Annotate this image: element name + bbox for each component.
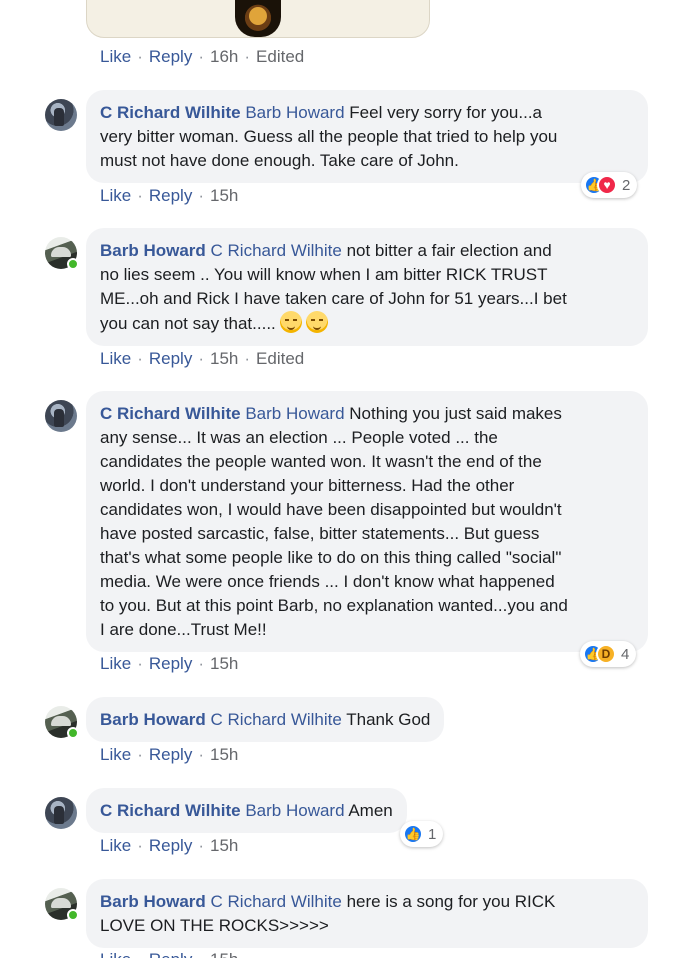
comment-author[interactable]: Barb Howard (100, 241, 206, 260)
like-link[interactable]: Like (100, 186, 131, 206)
comment-author[interactable]: Barb Howard (100, 710, 206, 729)
timestamp[interactable]: 16h (210, 47, 238, 67)
online-indicator (67, 727, 79, 739)
comment-actions: Like·Reply·15h (100, 654, 239, 674)
reply-link[interactable]: Reply (149, 47, 192, 67)
comment-text: world. I don't understand your bitternes… (100, 476, 515, 495)
reply-link[interactable]: Reply (149, 745, 192, 765)
online-indicator (67, 258, 79, 270)
reaction-count: 1 (428, 825, 437, 843)
comment-text: ME...oh and Rick I have taken care of Jo… (100, 289, 567, 308)
like-link[interactable]: Like (100, 745, 131, 765)
attached-image[interactable] (86, 0, 430, 38)
reply-link[interactable]: Reply (149, 654, 192, 674)
comment-bubble: C Richard Wilhite Barb Howard Nothing yo… (86, 391, 648, 652)
love-icon: ♥ (597, 175, 617, 195)
comment-text: candidates the people wanted won. It was… (100, 452, 542, 471)
reaction-count: 4 (621, 645, 630, 663)
comment-bubble: C Richard Wilhite Barb Howard Feel very … (86, 90, 648, 183)
timestamp[interactable]: 15h (210, 349, 238, 369)
comment-author[interactable]: C Richard Wilhite (100, 801, 241, 820)
comment-text: any sense... It was an election ... Peop… (100, 428, 498, 447)
comment-bubble: C Richard Wilhite Barb Howard Amen (86, 788, 407, 833)
comment-text: to you. But at this point Barb, no expla… (100, 596, 568, 615)
reply-link[interactable]: Reply (149, 349, 192, 369)
comment-text: very bitter woman. Guess all the people … (100, 127, 558, 146)
comment-author[interactable]: C Richard Wilhite (100, 103, 241, 122)
timestamp[interactable]: 15h (210, 950, 238, 958)
comment-text: Amen (348, 801, 393, 820)
comment-text: here is a song for you RICK (346, 892, 556, 911)
comment-bubble: Barb Howard C Richard Wilhite Thank God (86, 697, 445, 742)
reply-link[interactable]: Reply (149, 186, 192, 206)
comment-mention[interactable]: C Richard Wilhite (211, 241, 342, 260)
like-link[interactable]: Like (100, 47, 131, 67)
comment-actions: Like · Reply · 15h · Edited (100, 349, 305, 369)
comment-text: must not have done enough. Take care of … (100, 151, 459, 170)
comment-author[interactable]: C Richard Wilhite (100, 404, 241, 423)
comment-actions: Like · Reply · 16h · Edited (100, 47, 305, 67)
avatar[interactable] (45, 797, 77, 829)
comment-text: you can not say that..... (100, 314, 276, 333)
image-figure (235, 0, 281, 37)
avatar[interactable] (45, 400, 77, 432)
comment-text: that's what some people like to do on th… (100, 548, 562, 567)
like-link[interactable]: Like (100, 654, 131, 674)
like-link[interactable]: Like (100, 836, 131, 856)
timestamp[interactable]: 15h (210, 836, 238, 856)
comment-actions: Like·Reply·15h (100, 745, 239, 765)
relieved-face-icon (279, 311, 302, 333)
timestamp[interactable]: 15h (210, 186, 238, 206)
comment-text: not bitter a fair election and (346, 241, 552, 260)
reaction-count: 2 (622, 176, 631, 194)
edited-label[interactable]: Edited (256, 349, 304, 369)
reply-link[interactable]: Reply (149, 950, 192, 958)
reaction-summary[interactable]: 👍 D 4 (580, 641, 637, 667)
reaction-summary[interactable]: 👍 1 (400, 821, 444, 847)
comment-mention[interactable]: C Richard Wilhite (211, 892, 342, 911)
comment-text: Thank God (346, 710, 431, 729)
comment-bubble: Barb Howard C Richard Wilhite not bitter… (86, 228, 648, 346)
comment-text: LOVE ON THE ROCKS>>>>> (100, 916, 329, 935)
comment-mention[interactable]: Barb Howard (245, 404, 344, 423)
timestamp[interactable]: 15h (210, 654, 238, 674)
comment-mention[interactable]: Barb Howard (245, 103, 344, 122)
avatar[interactable] (45, 99, 77, 131)
comment-actions: Like·Reply·15h (100, 950, 238, 958)
reply-link[interactable]: Reply (149, 836, 192, 856)
online-indicator (67, 909, 79, 921)
comment-mention[interactable]: C Richard Wilhite (211, 710, 342, 729)
like-icon: 👍 (403, 824, 423, 844)
comment-bubble: Barb Howard C Richard Wilhite here is a … (86, 879, 648, 948)
relieved-face-icon (305, 311, 328, 333)
comment-author[interactable]: Barb Howard (100, 892, 206, 911)
comment-text: have posted sarcastic, false, bitter sta… (100, 524, 540, 543)
edited-label[interactable]: Edited (256, 47, 304, 67)
comment-mention[interactable]: Barb Howard (245, 801, 344, 820)
comment-text: Feel very sorry for you...a (349, 103, 543, 122)
comment-text: no lies seem .. You will know when I am … (100, 265, 548, 284)
comment-actions: Like·Reply·15h (100, 836, 239, 856)
reaction-summary[interactable]: 👍 ♥ 2 (581, 172, 638, 198)
comment-text: media. We were once friends ... I don't … (100, 572, 555, 591)
comment-text: I are done...Trust Me!! (100, 620, 267, 639)
like-link[interactable]: Like (100, 349, 131, 369)
comment-actions: Like·Reply·15h (100, 186, 239, 206)
comment-text: Nothing you just said makes (349, 404, 562, 423)
comment-text: candidates won, I would have been disapp… (100, 500, 562, 519)
timestamp[interactable]: 15h (210, 745, 238, 765)
haha-icon: D (596, 644, 616, 664)
like-link[interactable]: Like (100, 950, 131, 958)
